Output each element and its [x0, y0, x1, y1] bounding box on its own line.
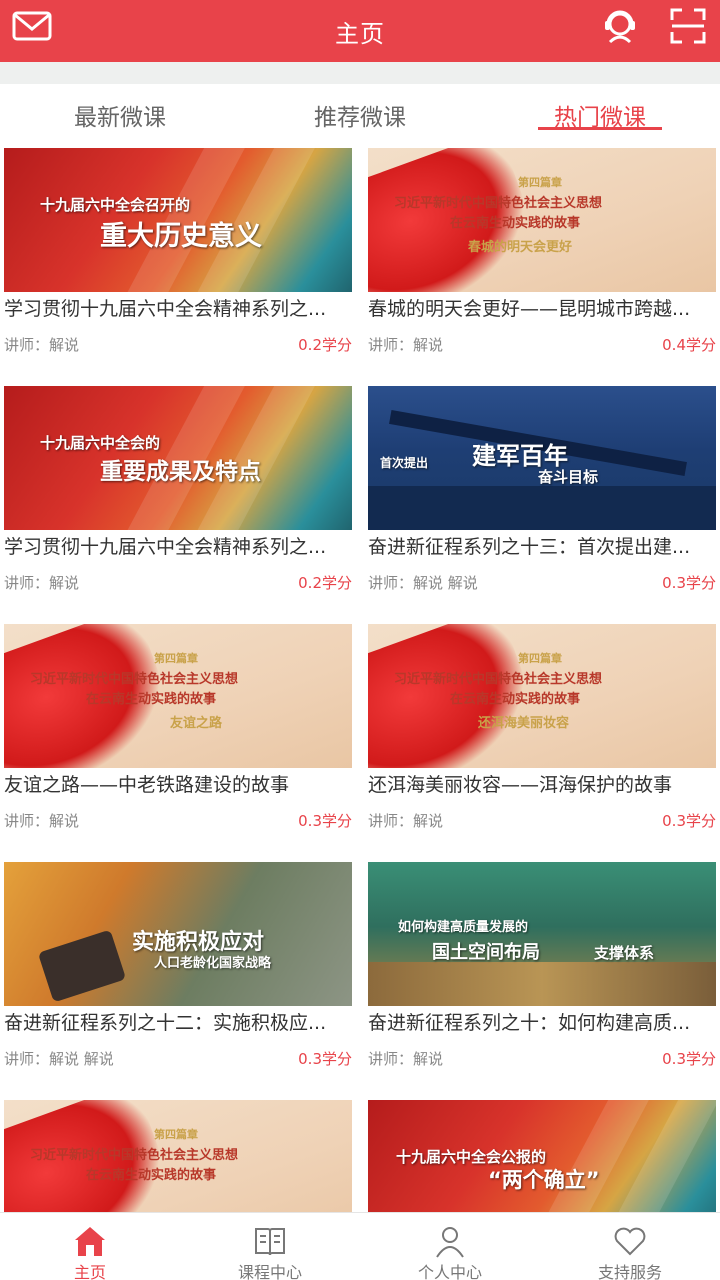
- course-meta: 讲师：解说 0.3学分: [368, 810, 716, 830]
- thumb-text: 春城的明天会更好: [468, 240, 573, 255]
- course-meta: 讲师：解说 0.3学分: [4, 810, 352, 830]
- thumb-text: 奋斗目标: [538, 468, 599, 486]
- thumb-text: 第四篇章: [154, 1128, 198, 1141]
- course-meta: 讲师：解说 0.2学分: [4, 334, 352, 354]
- lecturer: 讲师：解说 解说: [368, 574, 478, 592]
- course-meta: 讲师：解说 解说 0.3学分: [4, 1048, 352, 1068]
- thumb-text: 在云南生动实践的故事: [450, 216, 581, 231]
- nav-support[interactable]: 支持服务: [540, 1213, 720, 1280]
- credit: 0.2学分: [298, 574, 352, 592]
- course-title[interactable]: 学习贯彻十九届六中全会精神系列之...: [4, 296, 352, 322]
- lecturer: 讲师：解说: [368, 336, 444, 354]
- credit: 0.4学分: [662, 336, 716, 354]
- course-thumbnail[interactable]: 第四篇章 习近平新时代中国特色社会主义思想 在云南生动实践的故事 还洱海美丽妆容: [368, 624, 716, 768]
- course-title[interactable]: 友谊之路——中老铁路建设的故事: [4, 772, 352, 798]
- lecturer: 讲师：解说: [4, 336, 80, 354]
- course-thumbnail[interactable]: 十九届六中全会召开的 重大历史意义: [4, 148, 352, 292]
- nav-label: 主页: [73, 1263, 106, 1280]
- nav-courses[interactable]: 课程中心: [180, 1213, 360, 1280]
- course-meta: 讲师：解说 解说 0.3学分: [368, 572, 716, 592]
- course-title[interactable]: 春城的明天会更好——昆明城市跨越...: [368, 296, 716, 322]
- course-card[interactable]: 实施积极应对 人口老龄化国家战略 奋进新征程系列之十二：实施积极应... 讲师：…: [4, 862, 352, 1088]
- top-header: 主页: [0, 0, 720, 62]
- home-icon: [72, 1223, 108, 1259]
- lecturer: 讲师：解说: [368, 1050, 444, 1068]
- course-card[interactable]: 十九届六中全会的 重要成果及特点 学习贯彻十九届六中全会精神系列之... 讲师：…: [4, 386, 352, 612]
- course-card[interactable]: 首次提出 建军百年 奋斗目标 奋进新征程系列之十三：首次提出建... 讲师：解说…: [368, 386, 716, 612]
- thumb-text: 人口老龄化国家战略: [154, 956, 272, 971]
- course-thumbnail[interactable]: 首次提出 建军百年 奋斗目标: [368, 386, 716, 530]
- course-tabs: 最新微课 推荐微课 热门微课: [0, 84, 720, 140]
- tab-popular[interactable]: 热门微课: [480, 84, 720, 140]
- thumb-text: 支撑体系: [594, 944, 655, 962]
- thumb-text: 十九届六中全会的: [40, 434, 161, 452]
- thumb-text: 十九届六中全会召开的: [40, 196, 191, 214]
- thumb-text: 第四篇章: [154, 652, 198, 665]
- course-meta: 讲师：解说 0.3学分: [368, 1048, 716, 1068]
- mail-icon[interactable]: [10, 4, 54, 48]
- thumb-text: 首次提出: [380, 456, 429, 470]
- thumb-text: “两个确立”: [488, 1168, 600, 1192]
- lecturer: 讲师：解说: [368, 812, 444, 830]
- course-thumbnail[interactable]: 第四篇章 习近平新时代中国特色社会主义思想 在云南生动实践的故事 春城的明天会更…: [368, 148, 716, 292]
- customer-service-icon[interactable]: [598, 4, 642, 48]
- course-thumbnail[interactable]: 如何构建高质量发展的 国土空间布局 支撑体系: [368, 862, 716, 1006]
- credit: 0.3学分: [662, 812, 716, 830]
- thumb-text: 在云南生动实践的故事: [450, 692, 581, 707]
- credit: 0.3学分: [662, 574, 716, 592]
- course-title[interactable]: 奋进新征程系列之十三：首次提出建...: [368, 534, 716, 560]
- thumb-text: 重大历史意义: [100, 221, 262, 252]
- tab-latest[interactable]: 最新微课: [0, 84, 240, 140]
- credit: 0.3学分: [298, 812, 352, 830]
- thumb-text: 在云南生动实践的故事: [86, 1168, 217, 1183]
- course-thumbnail[interactable]: 十九届六中全会的 重要成果及特点: [4, 386, 352, 530]
- course-card[interactable]: 第四篇章 习近平新时代中国特色社会主义思想 在云南生动实践的故事 还洱海美丽妆容…: [368, 624, 716, 850]
- thumb-text: 习近平新时代中国特色社会主义思想: [30, 672, 239, 687]
- course-title[interactable]: 奋进新征程系列之十：如何构建高质...: [368, 1010, 716, 1036]
- nav-home[interactable]: 主页: [0, 1213, 180, 1280]
- course-meta: 讲师：解说 0.2学分: [4, 572, 352, 592]
- nav-label: 支持服务: [597, 1263, 662, 1280]
- nav-label: 课程中心: [237, 1263, 302, 1280]
- course-title[interactable]: 还洱海美丽妆容——洱海保护的故事: [368, 772, 716, 798]
- scan-icon[interactable]: [666, 4, 710, 48]
- lecturer: 讲师：解说: [4, 812, 80, 830]
- course-card[interactable]: 如何构建高质量发展的 国土空间布局 支撑体系 奋进新征程系列之十：如何构建高质.…: [368, 862, 716, 1088]
- course-card[interactable]: 第四篇章 习近平新时代中国特色社会主义思想 在云南生动实践的故事 春城的明天会更…: [368, 148, 716, 374]
- app-root: 主页 最新微课 推荐微课 热门微课 十九届六中全会召开的 重大历史意义 学习贯彻…: [0, 0, 720, 1280]
- page-title: 主页: [335, 19, 385, 48]
- book-icon: [252, 1223, 288, 1259]
- course-meta: 讲师：解说 0.4学分: [368, 334, 716, 354]
- thumb-text: 第四篇章: [518, 176, 562, 189]
- course-thumbnail[interactable]: 第四篇章 习近平新时代中国特色社会主义思想 在云南生动实践的故事 友谊之路: [4, 624, 352, 768]
- thumb-text: 还洱海美丽妆容: [478, 716, 570, 731]
- credit: 0.3学分: [662, 1050, 716, 1068]
- nav-label: 个人中心: [417, 1263, 482, 1280]
- person-icon: [432, 1223, 468, 1259]
- course-card[interactable]: 十九届六中全会召开的 重大历史意义 学习贯彻十九届六中全会精神系列之... 讲师…: [4, 148, 352, 374]
- thumb-text: 习近平新时代中国特色社会主义思想: [394, 196, 603, 211]
- thumb-text: 在云南生动实践的故事: [86, 692, 217, 707]
- course-thumbnail[interactable]: 实施积极应对 人口老龄化国家战略: [4, 862, 352, 1006]
- thumb-text: 第四篇章: [518, 652, 562, 665]
- credit: 0.2学分: [298, 336, 352, 354]
- thumb-text: 国土空间布局: [432, 942, 540, 963]
- thumb-text: 习近平新时代中国特色社会主义思想: [394, 672, 603, 687]
- lecturer: 讲师：解说 解说: [4, 1050, 114, 1068]
- course-title[interactable]: 学习贯彻十九届六中全会精神系列之...: [4, 534, 352, 560]
- course-title[interactable]: 奋进新征程系列之十二：实施积极应...: [4, 1010, 352, 1036]
- nav-profile[interactable]: 个人中心: [360, 1213, 540, 1280]
- course-card[interactable]: 第四篇章 习近平新时代中国特色社会主义思想 在云南生动实践的故事 友谊之路 友谊…: [4, 624, 352, 850]
- thumb-text: 友谊之路: [170, 716, 223, 731]
- heart-icon: [612, 1223, 648, 1259]
- lecturer: 讲师：解说: [4, 574, 80, 592]
- bottom-nav: 主页 课程中心 个人中心 支持服务: [0, 1212, 720, 1280]
- credit: 0.3学分: [298, 1050, 352, 1068]
- thumb-text: 习近平新时代中国特色社会主义思想: [30, 1148, 239, 1163]
- thumb-text: 重要成果及特点: [100, 459, 261, 485]
- thumb-text: 如何构建高质量发展的: [398, 920, 529, 935]
- header-divider: [0, 62, 720, 84]
- tab-recommended[interactable]: 推荐微课: [240, 84, 480, 140]
